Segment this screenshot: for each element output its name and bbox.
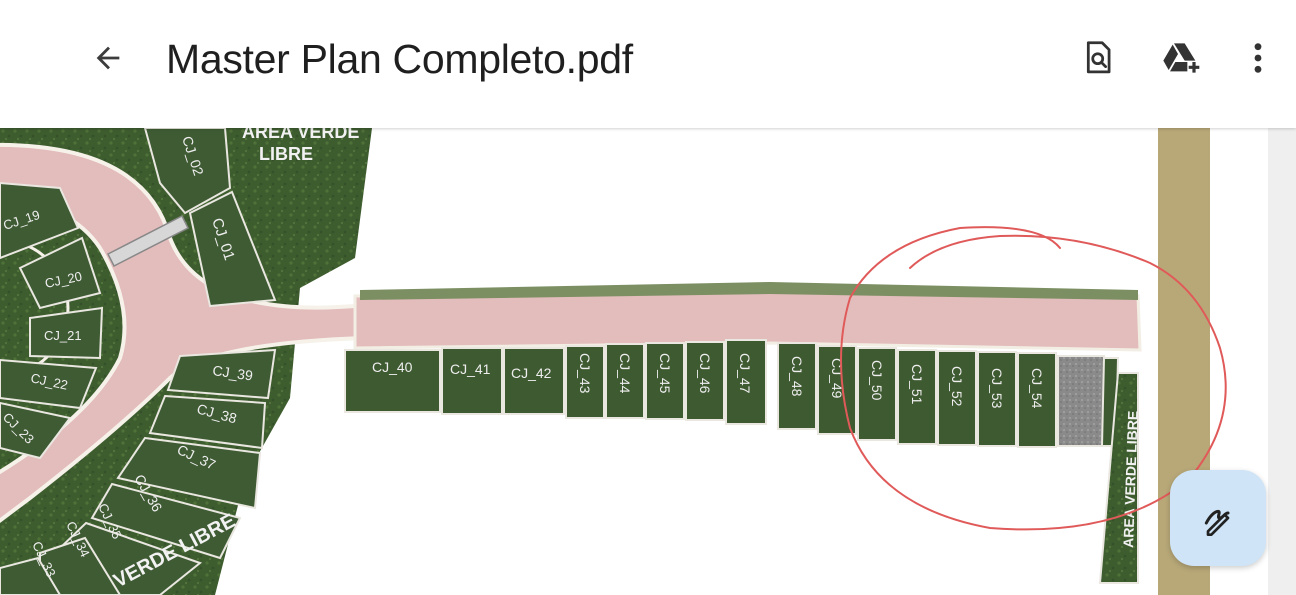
lot-label-cj52: CJ_52 <box>949 366 965 407</box>
lot-label-cj46: CJ_46 <box>697 353 713 394</box>
find-in-document-button[interactable] <box>1078 38 1118 78</box>
gravel-lot <box>1057 355 1105 447</box>
arrow-left-icon <box>96 46 120 70</box>
area-label-top-2: LIBRE <box>259 144 313 164</box>
lot-label-cj48: CJ_48 <box>789 356 805 397</box>
lot-label-cj41: CJ_41 <box>450 361 491 377</box>
lot-label-cj54: CJ_54 <box>1029 368 1045 409</box>
area-label-top-1: AREA VERDE <box>242 128 359 142</box>
lot-label-cj51: CJ_51 <box>909 364 925 405</box>
drive-add-icon <box>1163 43 1200 73</box>
lot-label-cj21: CJ_21 <box>44 328 82 343</box>
pdf-page-viewer[interactable]: CJ_02 CJ_01 AREA VERDE LIBRE CJ_19 CJ_20… <box>0 128 1296 595</box>
lot-label-cj47: CJ_47 <box>737 353 753 394</box>
scrollbar-track[interactable] <box>1268 128 1296 595</box>
lot-label-cj50: CJ_50 <box>869 360 885 401</box>
annotate-pen-icon <box>1204 509 1230 536</box>
lot-label-cj43: CJ_43 <box>577 353 593 394</box>
document-search-icon <box>1086 41 1111 74</box>
lot-label-cj44: CJ_44 <box>617 353 633 394</box>
document-title: Master Plan Completo.pdf <box>166 36 633 82</box>
lot-label-cj42: CJ_42 <box>511 365 552 381</box>
lot-label-cj45: CJ_45 <box>657 353 673 394</box>
add-to-drive-button[interactable] <box>1162 38 1202 78</box>
annotate-button[interactable] <box>1170 470 1266 566</box>
more-vert-icon <box>1254 43 1262 73</box>
top-app-bar: Master Plan Completo.pdf <box>0 0 1296 128</box>
more-options-button[interactable] <box>1238 38 1278 78</box>
lot-label-cj40: CJ_40 <box>372 359 413 375</box>
back-button[interactable] <box>88 38 128 78</box>
master-plan-map: CJ_02 CJ_01 AREA VERDE LIBRE CJ_19 CJ_20… <box>0 128 1227 595</box>
lot-label-cj53: CJ_53 <box>989 368 1005 409</box>
